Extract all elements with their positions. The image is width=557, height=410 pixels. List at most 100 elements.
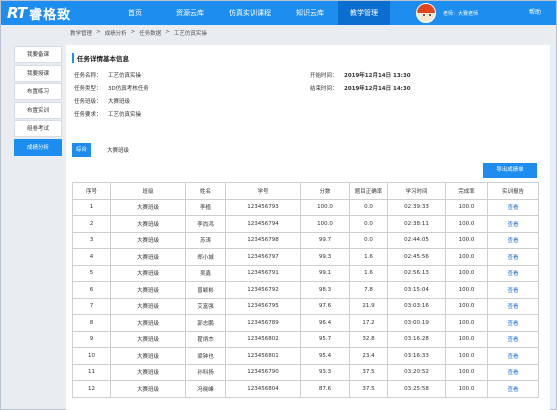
view-report-link[interactable]: 查看 [487, 215, 539, 233]
table-cell: 梁钟也 [185, 347, 226, 365]
table-cell: 123456791 [225, 264, 301, 282]
table-cell: 0.0 [349, 231, 388, 249]
table-cell: 123456798 [225, 231, 301, 249]
table-cell: 2 [72, 215, 111, 233]
table-cell: 99.7 [300, 231, 350, 249]
brand-logo[interactable]: RT 睿格致 [7, 3, 71, 23]
user-info[interactable]: 老师：大赛老师 [416, 3, 478, 23]
table-row: 12 大赛班级 冯晓峰 123456804 87.6 37.5 03:25:58 100.0 查… [72, 380, 539, 398]
table-cell: 123456797 [225, 248, 301, 266]
column-header: 实训报告 [487, 182, 539, 200]
view-report-link[interactable]: 查看 [487, 314, 539, 332]
table-cell: 123456801 [225, 347, 301, 365]
sidebar-item-2[interactable]: 布置练习 [14, 83, 62, 100]
table-cell: 1.6 [349, 264, 388, 282]
sidebar-item-1[interactable]: 我要授课 [14, 64, 62, 82]
sidebar-item-0[interactable]: 我要备课 [14, 46, 62, 63]
table-cell: 123456794 [225, 215, 301, 233]
top-navbar: RT 睿格致 首页 资源云库 仿真实训课程 知识云库 教学管理 老师：大赛老师 帮助 [1, 1, 556, 25]
table-cell: 95.7 [300, 330, 350, 348]
table-cell: 100.0 [445, 264, 488, 282]
table-cell: 100.0 [300, 198, 350, 216]
table-cell: 9 [72, 330, 111, 348]
table-cell: 翟炳杰 [185, 330, 226, 348]
table-cell: 02:56:13 [387, 264, 446, 282]
sidebar-item-5[interactable]: 成绩分析 [14, 138, 62, 156]
table-header-row: 序号 班级 姓名 学号 分数 题目正确率 学习时间 完成率 实训报告 [72, 182, 539, 200]
help-link[interactable]: 帮助 [529, 1, 541, 25]
view-report-link[interactable]: 查看 [487, 347, 539, 365]
table-cell: 大赛班级 [110, 281, 186, 299]
table-row: 9 大赛班级 翟炳杰 123456802 95.7 32.8 03:16:28 100.0 查看 [72, 330, 539, 348]
table-cell: 苏涛 [185, 231, 226, 249]
table-cell: 100.0 [445, 198, 488, 216]
task-type-row: 任务类型： 3D仿真考核任务 [74, 84, 149, 92]
task-name-label: 任务名称： [74, 73, 102, 79]
table-cell: 123456795 [225, 297, 301, 315]
view-report-link[interactable]: 查看 [487, 264, 539, 282]
nav-item-3[interactable]: 知识云库 [282, 1, 338, 25]
table-cell: 03:00:19 [387, 314, 446, 332]
table-cell: 100.0 [445, 330, 488, 348]
table-cell: 123456793 [225, 198, 301, 216]
table-cell: 100.0 [445, 281, 488, 299]
table-cell: 21.9 [349, 297, 388, 315]
table-cell: 100.0 [445, 297, 488, 315]
sidebar-item-4[interactable]: 组卷考试 [14, 120, 62, 137]
table-cell: 17.2 [349, 314, 388, 332]
export-grades-button[interactable]: 导出成绩单 [483, 163, 537, 178]
table-cell: 孙科扬 [185, 363, 226, 381]
breadcrumb-item[interactable]: 任务数据 [139, 29, 161, 37]
table-cell: 大赛班级 [110, 264, 186, 282]
start-time-label: 开始时间： [310, 73, 338, 79]
table-cell: 99.1 [300, 264, 350, 282]
section-title: 任务详情基本信息 [72, 53, 129, 63]
view-report-link[interactable]: 查看 [487, 231, 539, 249]
column-header: 题目正确率 [349, 182, 388, 200]
breadcrumb-item[interactable]: 工艺仿真实操 [174, 29, 207, 37]
column-header: 学习时间 [387, 182, 446, 200]
nav-item-0[interactable]: 首页 [108, 1, 162, 25]
start-time-row: 开始时间： 2019年12月14日 13:30 [310, 71, 411, 79]
logo-rt-text: RT [7, 4, 27, 22]
breadcrumb-item[interactable]: 成绩分析 [105, 29, 127, 37]
view-report-link[interactable]: 查看 [487, 248, 539, 266]
table-cell: 123456792 [225, 281, 301, 299]
column-header: 序号 [72, 182, 111, 200]
view-report-link[interactable]: 查看 [487, 380, 539, 398]
view-report-link[interactable]: 查看 [487, 281, 539, 299]
table-cell: 03:16:33 [387, 347, 446, 365]
sidebar-item-3[interactable]: 布置实训 [14, 101, 62, 119]
table-cell: 大赛班级 [110, 380, 186, 398]
grades-table: 序号 班级 姓名 学号 分数 题目正确率 学习时间 完成率 实训报告 1 大赛班级 李植 123456… [72, 182, 539, 398]
table-cell: 03:20:52 [387, 363, 446, 381]
view-report-link[interactable]: 查看 [487, 297, 539, 315]
nav-item-1[interactable]: 资源云库 [162, 1, 218, 25]
table-cell: 7.8 [349, 281, 388, 299]
table-cell: 大赛班级 [110, 231, 186, 249]
main-nav: 首页 资源云库 仿真实训课程 知识云库 教学管理 [108, 1, 390, 25]
table-cell: 李尚鸿 [185, 215, 226, 233]
breadcrumb-item[interactable]: 教学管理 [70, 29, 92, 37]
table-row: 7 大赛班级 艾富强 123456795 97.6 21.9 03:03:16 100.0 查看 [72, 297, 539, 315]
table-cell: 0.0 [349, 198, 388, 216]
user-name: 老师：大赛老师 [443, 10, 479, 17]
table-cell: 8 [72, 314, 111, 332]
table-cell: 大赛班级 [110, 297, 186, 315]
task-name-value: 工艺仿真实操 [108, 73, 142, 79]
view-report-link[interactable]: 查看 [487, 198, 539, 216]
avatar[interactable] [416, 3, 436, 23]
summary-tab[interactable]: 综合 [72, 143, 91, 157]
main-panel: 任务详情基本信息 任务名称： 工艺仿真实操 任务类型： 3D仿真考核任务 任务班… [66, 45, 550, 410]
table-body: 1 大赛班级 李植 123456793 100.0 0.0 02:39:33 100.0 查看 2… [72, 198, 539, 398]
nav-item-4[interactable]: 教学管理 [338, 1, 390, 25]
table-cell: 艾富强 [185, 297, 226, 315]
end-time-row: 结束时间： 2019年12月14日 14:30 [310, 84, 411, 92]
view-report-link[interactable]: 查看 [487, 363, 539, 381]
sidebar: 我要备课 我要授课 布置练习 布置实训 组卷考试 成绩分析 [14, 46, 62, 157]
column-header: 分数 [300, 182, 350, 200]
nav-item-2[interactable]: 仿真实训课程 [218, 1, 282, 25]
column-header: 班级 [110, 182, 186, 200]
task-class-label: 任务班级： [74, 99, 102, 105]
view-report-link[interactable]: 查看 [487, 330, 539, 348]
